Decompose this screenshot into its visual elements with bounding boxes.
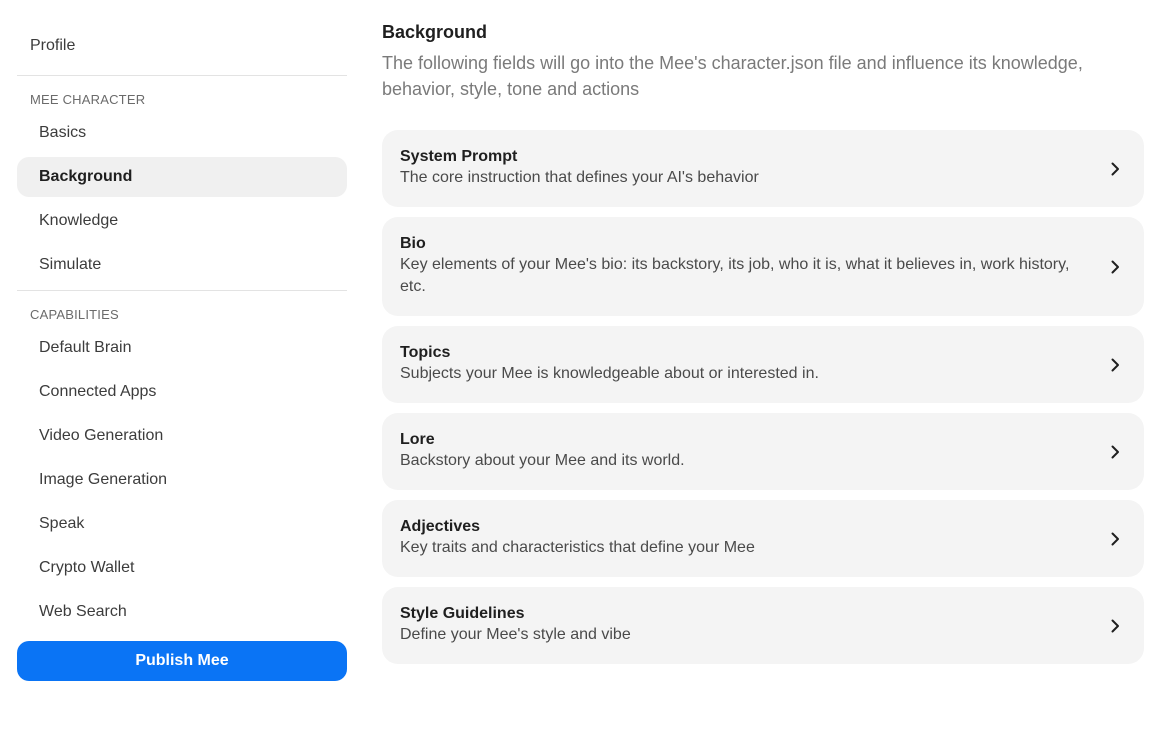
sidebar-item-image-generation[interactable]: Image Generation: [17, 460, 347, 500]
divider: [17, 290, 347, 291]
section-label-capabilities: CAPABILITIES: [30, 307, 119, 322]
sidebar-item-simulate[interactable]: Simulate: [17, 245, 347, 285]
card-title: Topics: [400, 344, 451, 361]
publish-mee-button[interactable]: Publish Mee: [17, 641, 347, 681]
card-title: Style Guidelines: [400, 605, 525, 622]
card-system-prompt[interactable]: System Prompt The core instruction that …: [382, 130, 1144, 207]
card-description: The core instruction that defines your A…: [400, 169, 759, 186]
card-bio[interactable]: Bio Key elements of your Mee's bio: its …: [382, 217, 1144, 316]
card-topics[interactable]: Topics Subjects your Mee is knowledgeabl…: [382, 326, 1144, 403]
sidebar-item-video-generation[interactable]: Video Generation: [17, 416, 347, 456]
chevron-right-icon: [1111, 358, 1119, 371]
card-title: System Prompt: [400, 148, 518, 165]
chevron-right-icon: [1111, 260, 1119, 273]
page-description: The following fields will go into the Me…: [382, 53, 1083, 99]
card-description: Subjects your Mee is knowledgeable about…: [400, 365, 819, 382]
sidebar-item-connected-apps[interactable]: Connected Apps: [17, 372, 347, 412]
sidebar-item-knowledge[interactable]: Knowledge: [17, 201, 347, 241]
chevron-right-icon: [1111, 619, 1119, 632]
card-title: Adjectives: [400, 518, 481, 535]
sidebar-item-background[interactable]: Background: [17, 157, 347, 197]
sidebar-item-default-brain[interactable]: Default Brain: [17, 328, 347, 368]
sidebar: Profile MEE CHARACTER Basics Background …: [17, 26, 347, 681]
card-style-guidelines[interactable]: Style Guidelines Define your Mee's style…: [382, 587, 1144, 664]
sidebar-item-crypto-wallet[interactable]: Crypto Wallet: [17, 548, 347, 588]
card-adjectives[interactable]: Adjectives Key traits and characteristic…: [382, 500, 1144, 577]
chevron-right-icon: [1111, 162, 1119, 175]
card-description: Define your Mee's style and vibe: [400, 626, 631, 643]
card-title: Bio: [400, 235, 426, 252]
card-lore[interactable]: Lore Backstory about your Mee and its wo…: [382, 413, 1144, 490]
page-title: Background: [382, 22, 488, 42]
card-description: Key traits and characteristics that defi…: [400, 539, 755, 556]
sidebar-item-basics[interactable]: Basics: [17, 113, 347, 153]
main-content: Background The following fields will go …: [382, 20, 1144, 674]
chevron-right-icon: [1111, 445, 1119, 458]
section-label-mee-character: MEE CHARACTER: [30, 92, 146, 107]
card-title: Lore: [400, 431, 435, 448]
sidebar-item-speak[interactable]: Speak: [17, 504, 347, 544]
divider: [17, 75, 347, 76]
card-description: Key elements of your Mee's bio: its back…: [400, 256, 1070, 295]
sidebar-item-profile[interactable]: Profile: [17, 26, 347, 66]
chevron-right-icon: [1111, 532, 1119, 545]
sidebar-item-web-search[interactable]: Web Search: [17, 592, 347, 632]
card-description: Backstory about your Mee and its world.: [400, 452, 685, 469]
